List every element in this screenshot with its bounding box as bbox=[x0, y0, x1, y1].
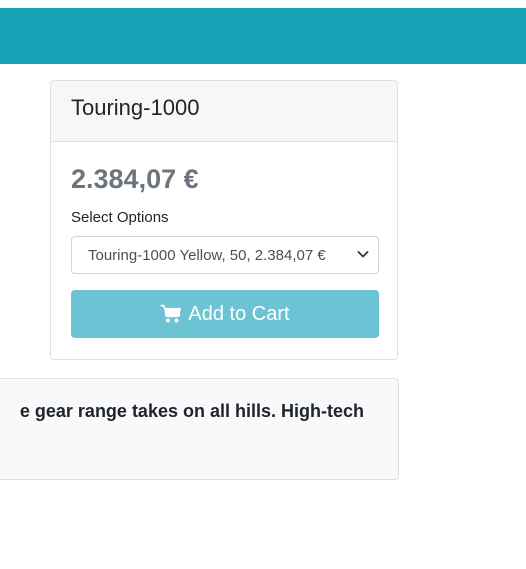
select-options-label: Select Options bbox=[71, 209, 169, 226]
product-description-text: e gear range takes on all hills. High-te… bbox=[19, 401, 364, 421]
product-card-body: 2.384,07 € Select Options Touring-1000 Y… bbox=[51, 164, 397, 338]
product-title: Touring-1000 bbox=[51, 81, 397, 142]
product-description-card: e gear range takes on all hills. High-te… bbox=[0, 378, 399, 480]
top-navbar bbox=[0, 8, 526, 64]
product-card: Touring-1000 2.384,07 € Select Options T… bbox=[50, 80, 398, 360]
shopping-cart-icon bbox=[160, 304, 182, 323]
add-to-cart-label: Add to Cart bbox=[188, 302, 290, 325]
product-price: 2.384,07 € bbox=[71, 164, 199, 194]
add-to-cart-button[interactable]: Add to Cart bbox=[71, 290, 379, 338]
option-select-value: Touring-1000 Yellow, 50, 2.384,07 € bbox=[88, 246, 326, 264]
option-select[interactable]: Touring-1000 Yellow, 50, 2.384,07 € bbox=[71, 236, 379, 274]
chevron-down-icon bbox=[357, 251, 369, 258]
